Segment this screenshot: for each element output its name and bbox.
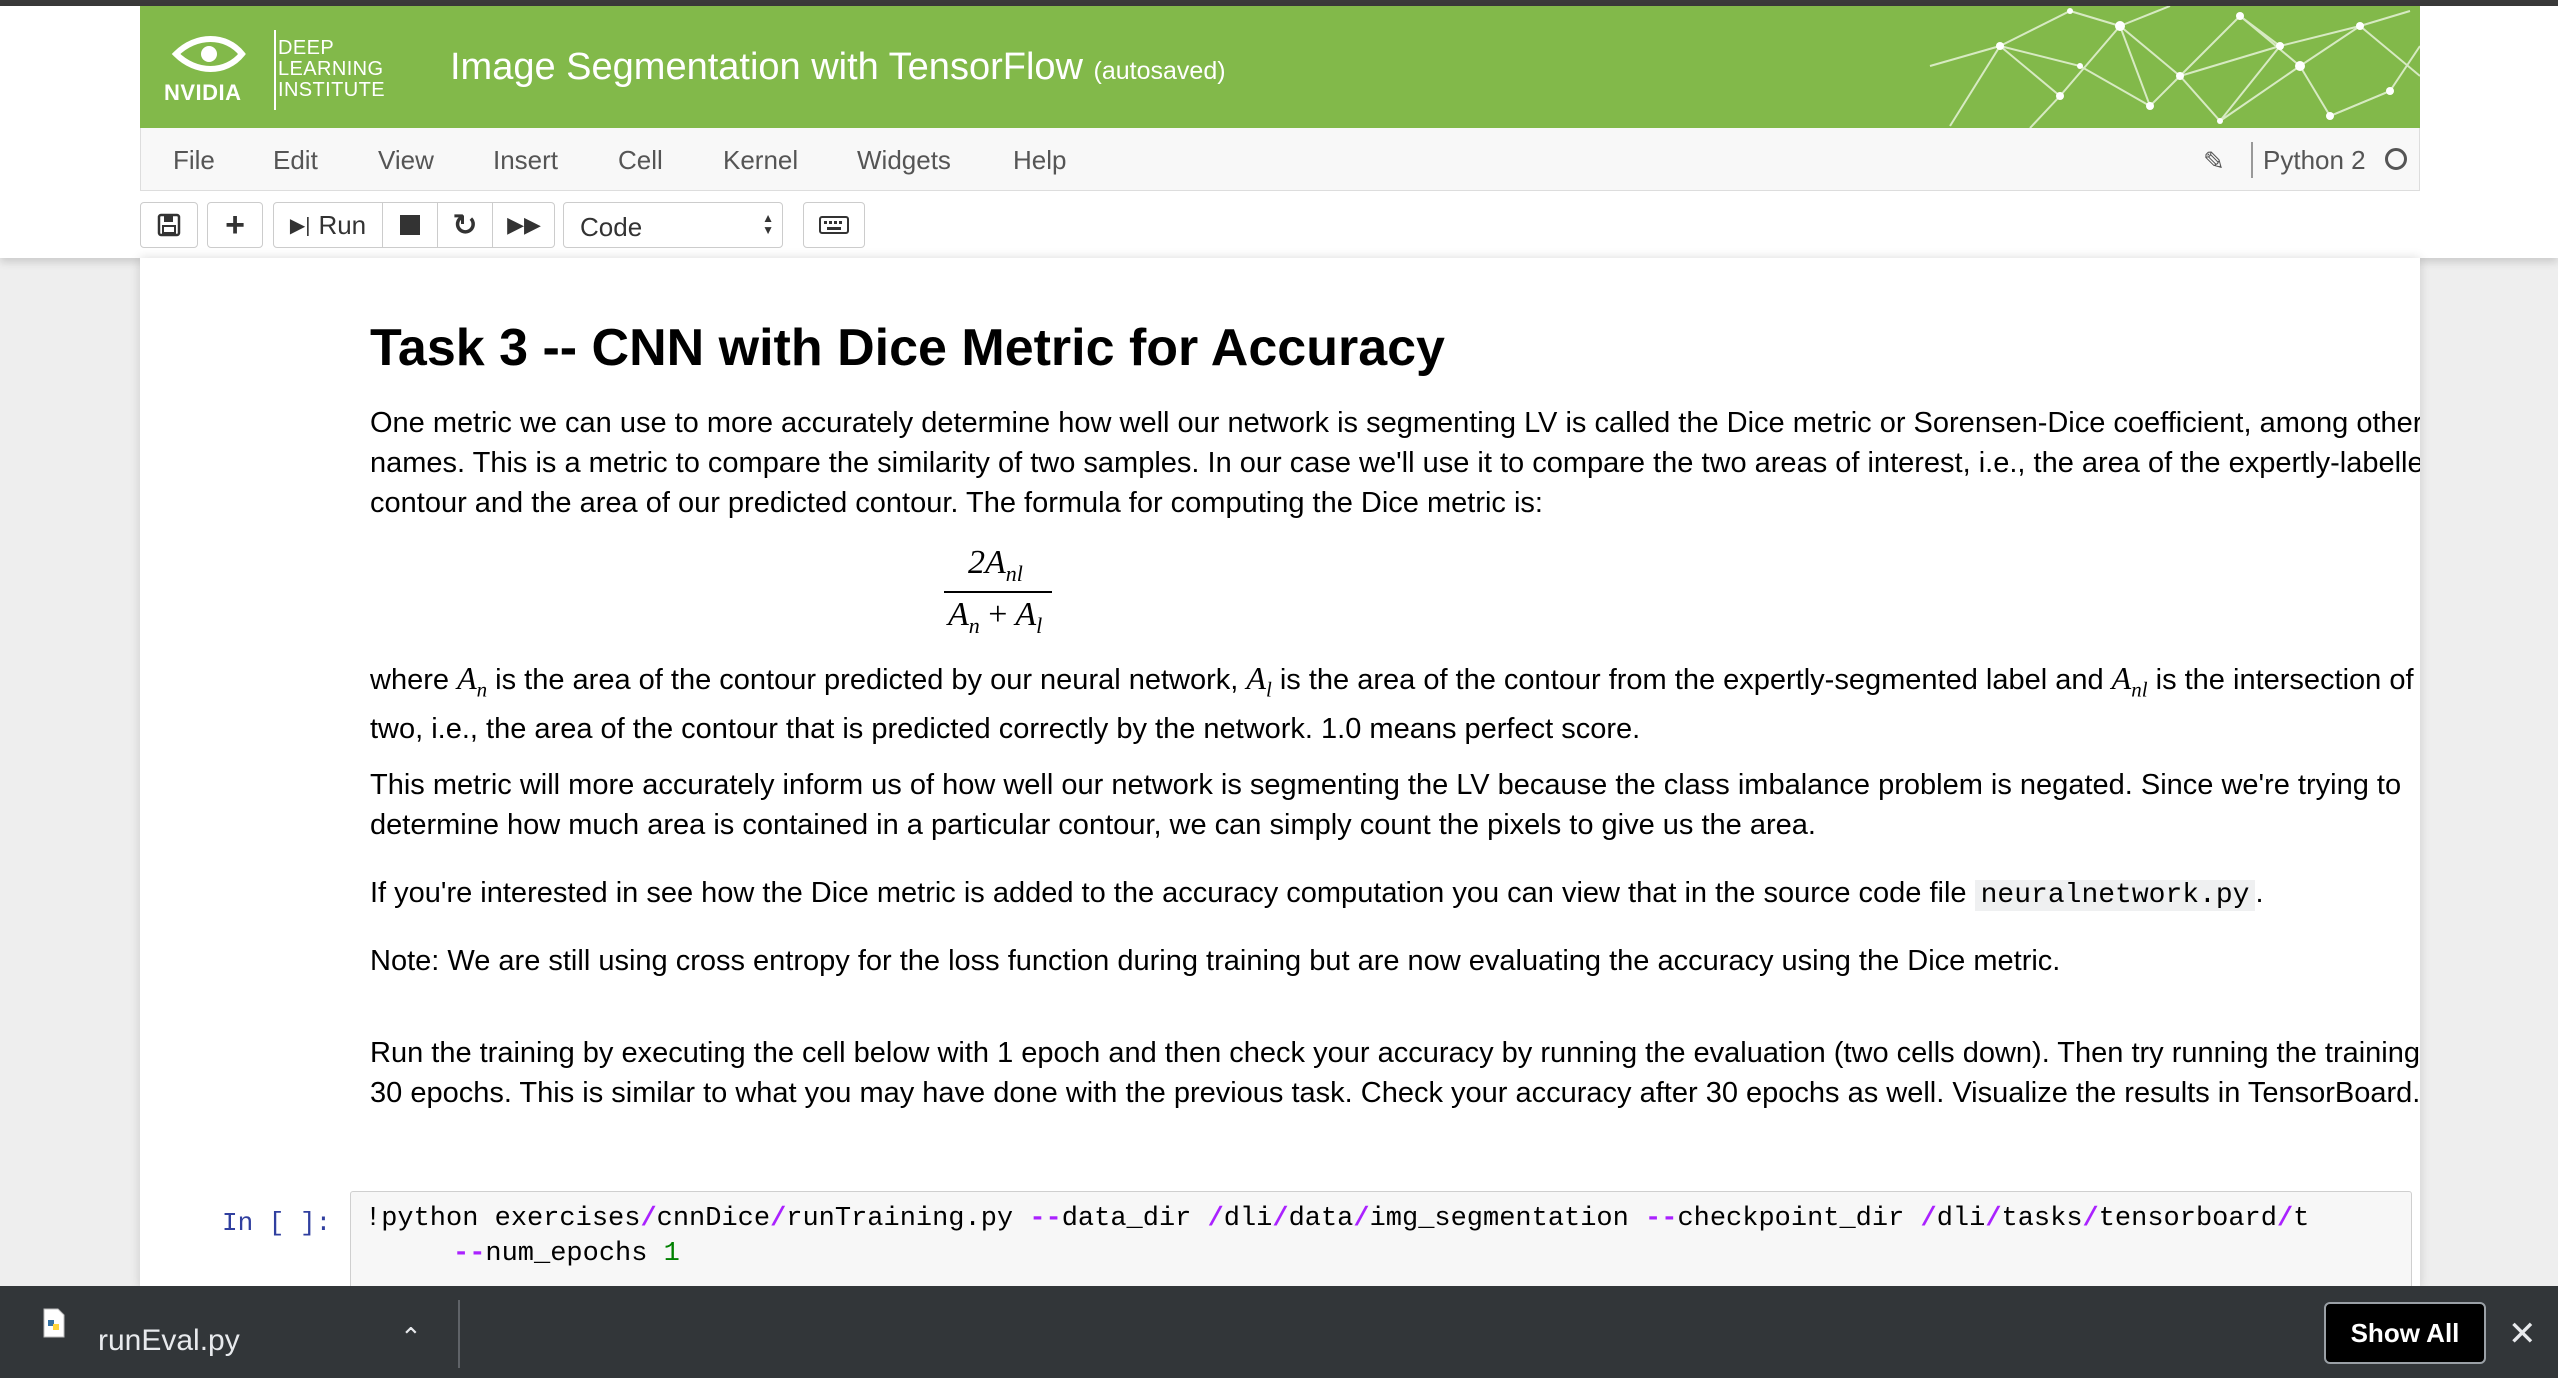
header-banner: NVIDIA DEEP LEARNING INSTITUTE Image Seg… (140, 6, 2420, 128)
note-paragraph: Note: We are still using cross entropy f… (370, 945, 2061, 977)
plus-icon: + (225, 205, 245, 244)
where-paragraph: where An is the area of the contour pred… (370, 660, 2420, 746)
code-line-2: --num_epochs 1 (453, 1239, 680, 1269)
close-icon[interactable]: ✕ (2508, 1314, 2537, 1354)
notebook-title[interactable]: Image Segmentation with TensorFlow (auto… (450, 46, 1226, 89)
save-icon (141, 203, 197, 247)
keyboard-icon (804, 203, 864, 247)
source-paragraph: If you're interested in see how the Dice… (370, 877, 2264, 911)
command-palette-button[interactable] (803, 202, 865, 248)
chevron-up-icon[interactable]: ⌃ (400, 1322, 422, 1353)
page-title: Task 3 -- CNN with Dice Metric for Accur… (370, 319, 1445, 377)
cell-type-value: Code (580, 212, 643, 242)
code-token: / (1272, 1204, 1289, 1234)
python-file-icon (43, 1308, 65, 1338)
save-button[interactable] (140, 202, 198, 248)
network-graphic-icon (1929, 6, 2420, 128)
kernel-status-icon (2385, 148, 2407, 170)
code-token: !python exercises (365, 1204, 641, 1234)
code-token: dli (1936, 1204, 1986, 1234)
code-token: tensorboard (2098, 1204, 2277, 1234)
run-icon: ▶︎| (289, 214, 311, 237)
edit-pencil-icon[interactable]: ✎ (2203, 146, 2225, 177)
select-arrows-icon: ▲ ▼ (762, 211, 774, 237)
notebook-page: Task 3 -- CNN with Dice Metric for Accur… (140, 258, 2420, 1288)
source-file-code: neuralnetwork.py (1974, 880, 2256, 911)
menu-help[interactable]: Help (1013, 145, 1066, 176)
menu-widgets[interactable]: Widgets (857, 145, 951, 176)
code-token: -- (1645, 1204, 1678, 1234)
code-token: t (2293, 1204, 2310, 1234)
code-token: tasks (2001, 1204, 2083, 1234)
menu-cell[interactable]: Cell (618, 145, 663, 176)
run-instructions-paragraph: Run the training by executing the cell b… (370, 1037, 2420, 1109)
intro-paragraph: One metric we can use to more accurately… (370, 407, 2420, 519)
menu-edit[interactable]: Edit (273, 145, 318, 176)
menu-file[interactable]: File (173, 145, 215, 176)
imbalance-paragraph: This metric will more accurately inform … (370, 769, 2402, 841)
code-line-1: !python exercises/cnnDice/runTraining.py… (365, 1204, 2309, 1234)
code-token: -- (1029, 1204, 1062, 1234)
code-token: / (640, 1204, 657, 1234)
code-cell-input[interactable]: !python exercises/cnnDice/runTraining.py… (350, 1191, 2412, 1288)
show-all-button[interactable]: Show All (2324, 1302, 2486, 1364)
restart-icon: ↻ (452, 208, 478, 242)
run-controls-group: ▶︎| Run ↻ ▶▶ (273, 202, 555, 248)
code-token: / (1985, 1204, 2002, 1234)
code-token: / (1353, 1204, 1370, 1234)
insert-cell-button[interactable]: + (207, 202, 263, 248)
kernel-name[interactable]: Python 2 (2263, 145, 2366, 176)
fraction-bar (944, 591, 1052, 593)
code-token: cnnDice (656, 1204, 771, 1234)
kernel-divider (2251, 142, 2253, 178)
downloads-bar: runEval.py ⌃ Show All ✕ (0, 1286, 2558, 1378)
restart-button[interactable]: ↻ (438, 203, 492, 247)
run-button[interactable]: ▶︎| Run (274, 203, 382, 247)
menu-view[interactable]: View (378, 145, 434, 176)
code-token: / (2276, 1204, 2294, 1234)
code-token: img_segmentation (1369, 1204, 1646, 1234)
code-token: runTraining.py (786, 1204, 1030, 1234)
cell-prompt: In [ ]: (222, 1208, 332, 1238)
dli-wordmark: DEEP LEARNING INSTITUTE (278, 37, 385, 101)
code-token: / (2082, 1204, 2099, 1234)
code-token: data (1288, 1204, 1354, 1234)
code-token: checkpoint_dir (1677, 1204, 1921, 1234)
code-token: dli (1223, 1204, 1273, 1234)
code-token: data_dir (1061, 1204, 1208, 1234)
interrupt-button[interactable] (383, 203, 437, 247)
code-token: / (1920, 1204, 1937, 1234)
autosave-status: (autosaved) (1093, 57, 1226, 85)
downloads-divider (458, 1300, 460, 1368)
menu-insert[interactable]: Insert (493, 145, 558, 176)
fast-forward-icon: ▶▶ (507, 212, 541, 237)
nvidia-wordmark: NVIDIA (164, 80, 242, 105)
stop-icon (400, 215, 420, 235)
code-token: / (1207, 1204, 1224, 1234)
code-token: / (770, 1204, 787, 1234)
restart-run-all-button[interactable]: ▶▶ (493, 203, 555, 247)
cell-type-select[interactable]: Code ▲ ▼ (563, 202, 783, 248)
download-file-name: runEval.py (98, 1324, 240, 1357)
menu-bar: File Edit View Insert Cell Kernel Widget… (140, 128, 2420, 191)
menu-kernel[interactable]: Kernel (723, 145, 798, 176)
logo-divider (274, 30, 276, 110)
